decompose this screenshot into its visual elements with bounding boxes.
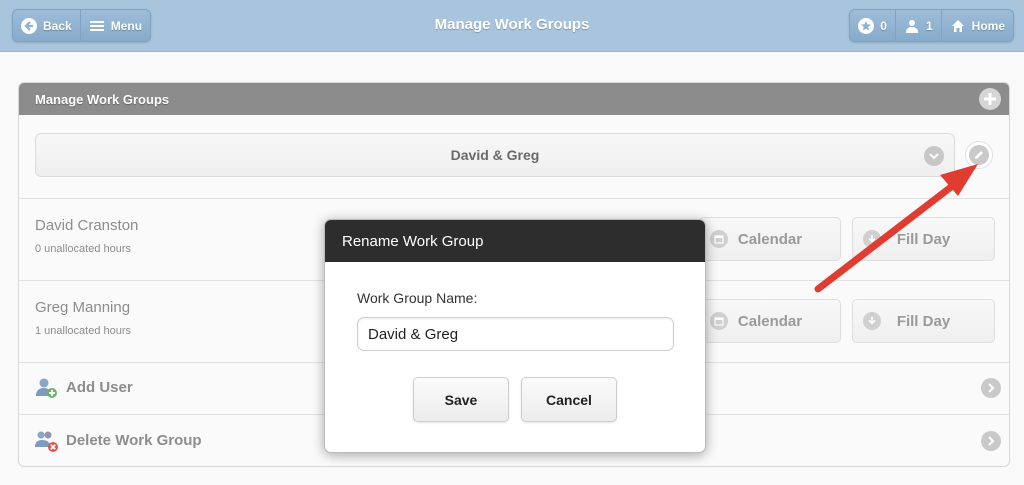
panel-title: Manage Work Groups bbox=[35, 92, 170, 107]
star-count: 0 bbox=[880, 18, 887, 33]
group-select-row: David & Greg bbox=[19, 115, 1009, 199]
user-count: 1 bbox=[925, 18, 933, 33]
add-user-icon bbox=[36, 378, 57, 398]
user-name: Greg Manning bbox=[35, 299, 131, 316]
fill-day-button[interactable]: Fill Day bbox=[852, 217, 995, 261]
group-select[interactable]: David & Greg bbox=[35, 133, 955, 177]
calendar-label: Calendar bbox=[737, 230, 803, 248]
selected-group: David & Greg bbox=[450, 147, 540, 163]
star-icon bbox=[858, 17, 875, 34]
panel-header: Manage Work Groups bbox=[19, 83, 1009, 115]
home-label: Home bbox=[971, 18, 1005, 33]
calendar-button[interactable]: Calendar bbox=[699, 299, 841, 343]
delete-group-icon bbox=[35, 431, 58, 452]
group-name-input[interactable] bbox=[357, 317, 674, 351]
add-group-button[interactable] bbox=[979, 88, 1001, 110]
pencil-icon bbox=[969, 145, 989, 165]
user-icon bbox=[904, 18, 920, 34]
cancel-button[interactable]: Cancel bbox=[521, 377, 617, 422]
save-button[interactable]: Save bbox=[413, 377, 509, 422]
home-icon bbox=[950, 18, 966, 34]
chevron-right-icon bbox=[981, 431, 1001, 451]
top-header: Back Menu Manage Work Groups 0 1 Home bbox=[0, 0, 1024, 52]
group-name-label: Work Group Name: bbox=[357, 290, 478, 306]
delete-group-label: Delete Work Group bbox=[66, 432, 202, 449]
edit-group-button[interactable] bbox=[965, 141, 993, 169]
calendar-button[interactable]: Calendar bbox=[699, 217, 841, 261]
dialog-title: Rename Work Group bbox=[325, 220, 705, 262]
user-name: David Cranston bbox=[35, 217, 139, 234]
fill-day-label: Fill Day bbox=[896, 230, 951, 248]
add-user-label: Add User bbox=[66, 379, 133, 396]
fill-day-button[interactable]: Fill Day bbox=[852, 299, 995, 343]
chevron-right-icon bbox=[981, 378, 1001, 398]
users-button[interactable]: 1 bbox=[895, 10, 942, 41]
home-button[interactable]: Home bbox=[941, 10, 1013, 41]
favorites-button[interactable]: 0 bbox=[850, 10, 896, 41]
rename-dialog: Rename Work Group Work Group Name: Save … bbox=[324, 219, 706, 453]
nav-right-group: 0 1 Home bbox=[849, 9, 1014, 42]
user-hours: 1 unallocated hours bbox=[35, 325, 132, 337]
plus-icon bbox=[984, 93, 996, 105]
calendar-label: Calendar bbox=[737, 312, 803, 330]
user-hours: 0 unallocated hours bbox=[35, 243, 132, 255]
chevron-down-icon bbox=[924, 146, 944, 166]
fill-day-label: Fill Day bbox=[896, 312, 951, 330]
